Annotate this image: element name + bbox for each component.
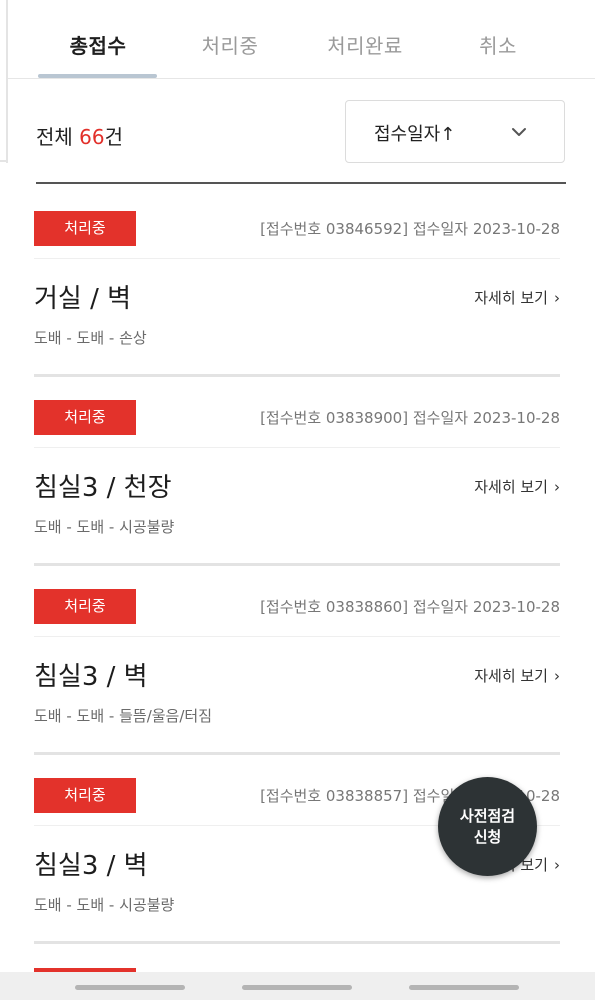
tab-completed[interactable]: 처리완료	[327, 30, 403, 59]
list-top-divider	[36, 182, 566, 184]
pre-inspection-request-button[interactable]: 사전점검 신청	[438, 777, 537, 876]
view-detail-link[interactable]: 자세히 보기 ›	[474, 287, 560, 308]
view-detail-link[interactable]: 자세히 보기 ›	[474, 665, 560, 686]
item-category: 도배 - 도배 - 들뜸/울음/터짐	[34, 707, 213, 725]
total-count: 전체 66건	[36, 121, 123, 150]
list-item[interactable]: 처리중 [접수번호 03838900] 접수일자 2023-10-28 침실3 …	[34, 400, 560, 590]
chevron-right-icon: ›	[554, 856, 560, 874]
receipt-meta: [접수번호 03838900] 접수일자 2023-10-28	[260, 409, 560, 427]
status-badge: 처리중	[34, 778, 136, 813]
fab-label-line2: 신청	[473, 827, 502, 846]
item-title: 거실 / 벽	[34, 284, 132, 314]
view-detail-label: 자세히 보기	[474, 478, 548, 496]
total-count-number: 66	[79, 125, 105, 149]
card-divider	[34, 258, 560, 259]
tab-in-progress[interactable]: 처리중	[202, 30, 259, 59]
card-divider	[34, 447, 560, 448]
chevron-right-icon: ›	[554, 667, 560, 685]
status-badge: 처리중	[34, 589, 136, 624]
view-detail-label: 자세히 보기	[474, 289, 548, 307]
card-bottom-divider	[34, 941, 560, 944]
system-navigation-bar	[0, 972, 595, 1000]
card-divider	[34, 636, 560, 637]
sort-selected-value: 접수일자↑	[374, 124, 456, 145]
nav-handle-right[interactable]	[409, 985, 519, 990]
item-category: 도배 - 도배 - 시공불량	[34, 896, 175, 914]
chevron-right-icon: ›	[554, 289, 560, 307]
receipt-meta: [접수번호 03838860] 접수일자 2023-10-28	[260, 598, 560, 616]
item-title: 침실3 / 벽	[34, 851, 148, 881]
item-category: 도배 - 도배 - 손상	[34, 329, 147, 347]
status-badge: 처리중	[34, 211, 136, 246]
card-bottom-divider	[34, 374, 560, 377]
tab-total[interactable]: 총접수	[70, 30, 127, 59]
status-badge: 처리중	[34, 400, 136, 435]
total-prefix: 전체	[36, 125, 80, 149]
list-item[interactable]: 처리중 [접수번호 03846592] 접수일자 2023-10-28 거실 /…	[34, 211, 560, 401]
tab-cancelled[interactable]: 취소	[479, 30, 517, 59]
view-detail-label: 자세히 보기	[474, 667, 548, 685]
item-title: 침실3 / 벽	[34, 662, 148, 692]
item-title: 침실3 / 천장	[34, 473, 172, 503]
item-category: 도배 - 도배 - 시공불량	[34, 518, 175, 536]
card-bottom-divider	[34, 752, 560, 755]
nav-handle-left[interactable]	[75, 985, 185, 990]
total-suffix: 건	[104, 125, 124, 149]
active-tab-indicator	[38, 74, 157, 78]
receipt-meta: [접수번호 03846592] 접수일자 2023-10-28	[260, 220, 560, 238]
chevron-down-icon	[512, 128, 526, 136]
status-tabs: 총접수 처리중 처리완료 취소	[8, 0, 595, 79]
view-detail-link[interactable]: 자세히 보기 ›	[474, 476, 560, 497]
sort-dropdown[interactable]: 접수일자↑	[345, 100, 565, 163]
card-bottom-divider	[34, 563, 560, 566]
list-item[interactable]: 처리중 [접수번호 03838860] 접수일자 2023-10-28 침실3 …	[34, 589, 560, 779]
nav-handle-center[interactable]	[242, 985, 352, 990]
fab-label-line1: 사전점검	[459, 806, 516, 825]
chevron-right-icon: ›	[554, 478, 560, 496]
